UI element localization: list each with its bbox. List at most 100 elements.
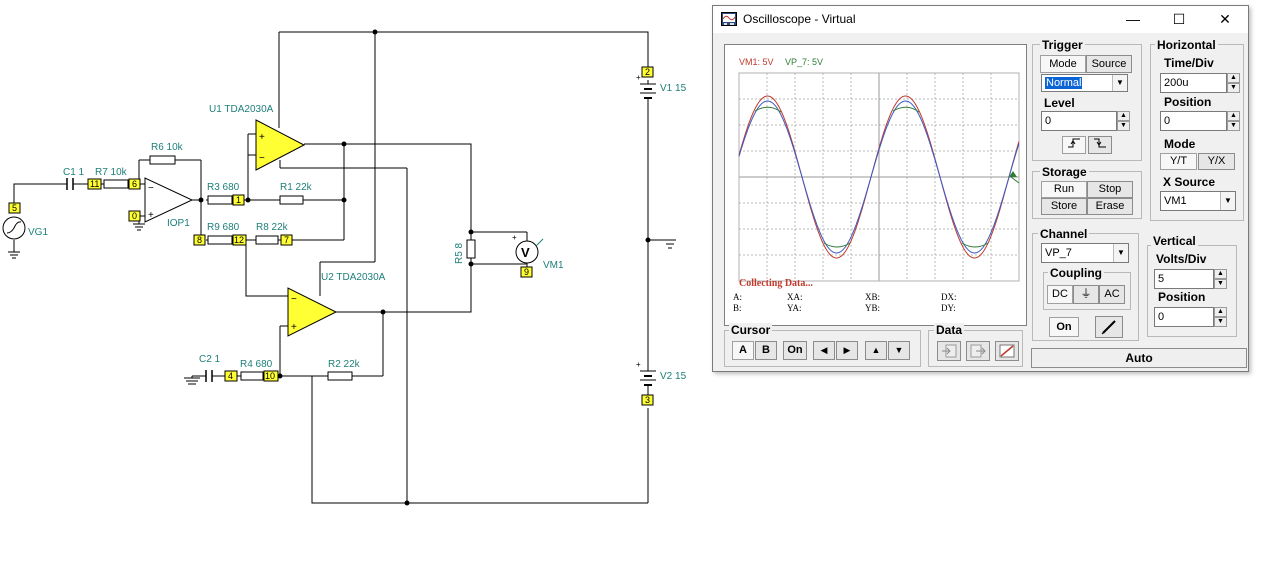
time-div-input[interactable]: 200u (1160, 73, 1227, 93)
v-position-spinner[interactable]: ▲ ▼ (1214, 307, 1227, 327)
svg-text:6: 6 (132, 179, 137, 189)
cursor-left-button[interactable]: ◀ (813, 341, 835, 360)
yx-mode-button[interactable]: Y/X (1198, 153, 1235, 170)
minimize-button[interactable]: — (1110, 6, 1156, 33)
import-icon (942, 344, 957, 358)
stop-button[interactable]: Stop (1087, 181, 1133, 198)
trigger-mode-button[interactable]: Mode (1040, 55, 1086, 73)
status-text: Collecting Data... (739, 278, 813, 289)
channel-title: Channel (1038, 227, 1090, 241)
label-r1: R1 22k (280, 182, 313, 193)
spin-down-icon[interactable]: ▼ (1227, 83, 1240, 93)
svg-text:3: 3 (645, 395, 650, 405)
label-r9: R9 680 (207, 222, 240, 233)
ground-coupling-button[interactable]: ⏚ (1073, 285, 1099, 304)
svg-text:−: − (291, 294, 297, 305)
svg-text:+: + (148, 210, 154, 221)
h-position-input[interactable]: 0 (1160, 111, 1227, 131)
data-import-button[interactable] (937, 341, 961, 361)
label-u1: U1 TDA2030A (209, 104, 274, 115)
data-graph-button[interactable] (995, 341, 1019, 361)
x-source-label: X Source (1163, 175, 1216, 189)
cursor-b-button[interactable]: B (755, 341, 777, 360)
label-r8: R8 22k (256, 222, 289, 233)
probe-color-button[interactable] (1095, 316, 1123, 338)
x-source-select[interactable]: VM1 ▼ (1160, 191, 1236, 211)
svg-text:4: 4 (228, 371, 233, 381)
time-div-label: Time/Div (1164, 56, 1214, 70)
trigger-source-button[interactable]: Source (1086, 55, 1132, 73)
spin-up-icon[interactable]: ▲ (1227, 111, 1240, 121)
label-r4: R4 680 (240, 359, 273, 370)
store-button[interactable]: Store (1041, 198, 1087, 215)
rising-edge-button[interactable] (1062, 136, 1086, 154)
label-v2: V2 15 (660, 371, 687, 382)
trigger-level-spinner[interactable]: ▲ ▼ (1117, 111, 1130, 131)
trigger-level-label: Level (1044, 96, 1075, 110)
cursor-right-button[interactable]: ▶ (836, 341, 858, 360)
label-r2: R2 22k (328, 359, 361, 370)
spin-up-icon[interactable]: ▲ (1214, 269, 1227, 279)
label-c1: C1 1 (63, 167, 85, 178)
close-button[interactable]: ✕ (1202, 6, 1248, 33)
h-position-label: Position (1164, 95, 1212, 109)
run-button[interactable]: Run (1041, 181, 1087, 198)
readout-yb: YB: (865, 303, 881, 313)
v-position-input[interactable]: 0 (1154, 307, 1214, 327)
cursor-on-button[interactable]: On (783, 341, 807, 360)
spin-up-icon[interactable]: ▲ (1117, 111, 1130, 121)
data-export-button[interactable] (966, 341, 990, 361)
maximize-button[interactable]: ☐ (1156, 6, 1202, 33)
label-iop1: IOP1 (167, 218, 190, 229)
volts-div-input[interactable]: 5 (1154, 269, 1214, 289)
r5-resistor (466, 239, 476, 259)
spin-up-icon[interactable]: ▲ (1227, 73, 1240, 83)
ch2-scale-label: VP_7: 5V (785, 57, 824, 67)
svg-text:+: + (291, 322, 297, 333)
export-icon (970, 344, 986, 358)
r6-resistor (149, 155, 176, 165)
h-position-spinner[interactable]: ▲ ▼ (1227, 111, 1240, 131)
falling-edge-button[interactable] (1088, 136, 1112, 154)
ch1-scale-label: VM1: 5V (739, 57, 774, 67)
oscilloscope-app-icon (721, 12, 737, 26)
r8-resistor (255, 235, 279, 245)
spin-down-icon[interactable]: ▼ (1117, 121, 1130, 131)
trigger-level-input[interactable]: 0 (1041, 111, 1117, 131)
erase-button[interactable]: Erase (1087, 198, 1133, 215)
scope-screen: VM1: 5V VP_7: 5V Collecting Data... A: B… (724, 44, 1027, 326)
ac-coupling-button[interactable]: AC (1099, 285, 1125, 304)
auto-button[interactable]: Auto (1031, 348, 1247, 368)
channel-on-button[interactable]: On (1049, 317, 1079, 337)
channel-select[interactable]: VP_7 ▼ (1041, 243, 1129, 263)
volts-div-label: Volts/Div (1156, 252, 1207, 266)
chevron-down-icon[interactable]: ▼ (1112, 75, 1127, 91)
readout-dx: DX: (941, 292, 957, 302)
svg-text:10: 10 (265, 371, 275, 381)
title-bar[interactable]: Oscilloscope - Virtual — ☐ ✕ (713, 6, 1248, 33)
cursor-a-button[interactable]: A (732, 341, 754, 360)
trigger-mode-select[interactable]: Normal ▼ (1041, 74, 1128, 92)
spin-down-icon[interactable]: ▼ (1214, 317, 1227, 327)
h-mode-label: Mode (1164, 137, 1196, 151)
arrow-right-icon: ▶ (843, 345, 851, 355)
spin-down-icon[interactable]: ▼ (1214, 279, 1227, 289)
cursor-down-button[interactable]: ▼ (888, 341, 910, 360)
readout-dy: DY: (941, 303, 956, 313)
svg-text:+: + (636, 73, 641, 82)
chevron-down-icon[interactable]: ▼ (1113, 244, 1128, 262)
spin-down-icon[interactable]: ▼ (1227, 121, 1240, 131)
svg-text:−: − (148, 183, 154, 194)
time-div-spinner[interactable]: ▲ ▼ (1227, 73, 1240, 93)
dc-coupling-button[interactable]: DC (1047, 285, 1073, 304)
label-r3: R3 680 (207, 182, 240, 193)
probe-pen-icon (1101, 320, 1116, 335)
double-down-arrow-icon: ▼ (894, 345, 904, 355)
yt-mode-button[interactable]: Y/T (1160, 153, 1197, 170)
readout-a: A: (733, 292, 742, 302)
spin-up-icon[interactable]: ▲ (1214, 307, 1227, 317)
chevron-down-icon[interactable]: ▼ (1220, 192, 1235, 210)
readout-xa: XA: (787, 292, 803, 302)
volts-div-spinner[interactable]: ▲ ▼ (1214, 269, 1227, 289)
cursor-up-button[interactable]: ▲ (865, 341, 887, 360)
